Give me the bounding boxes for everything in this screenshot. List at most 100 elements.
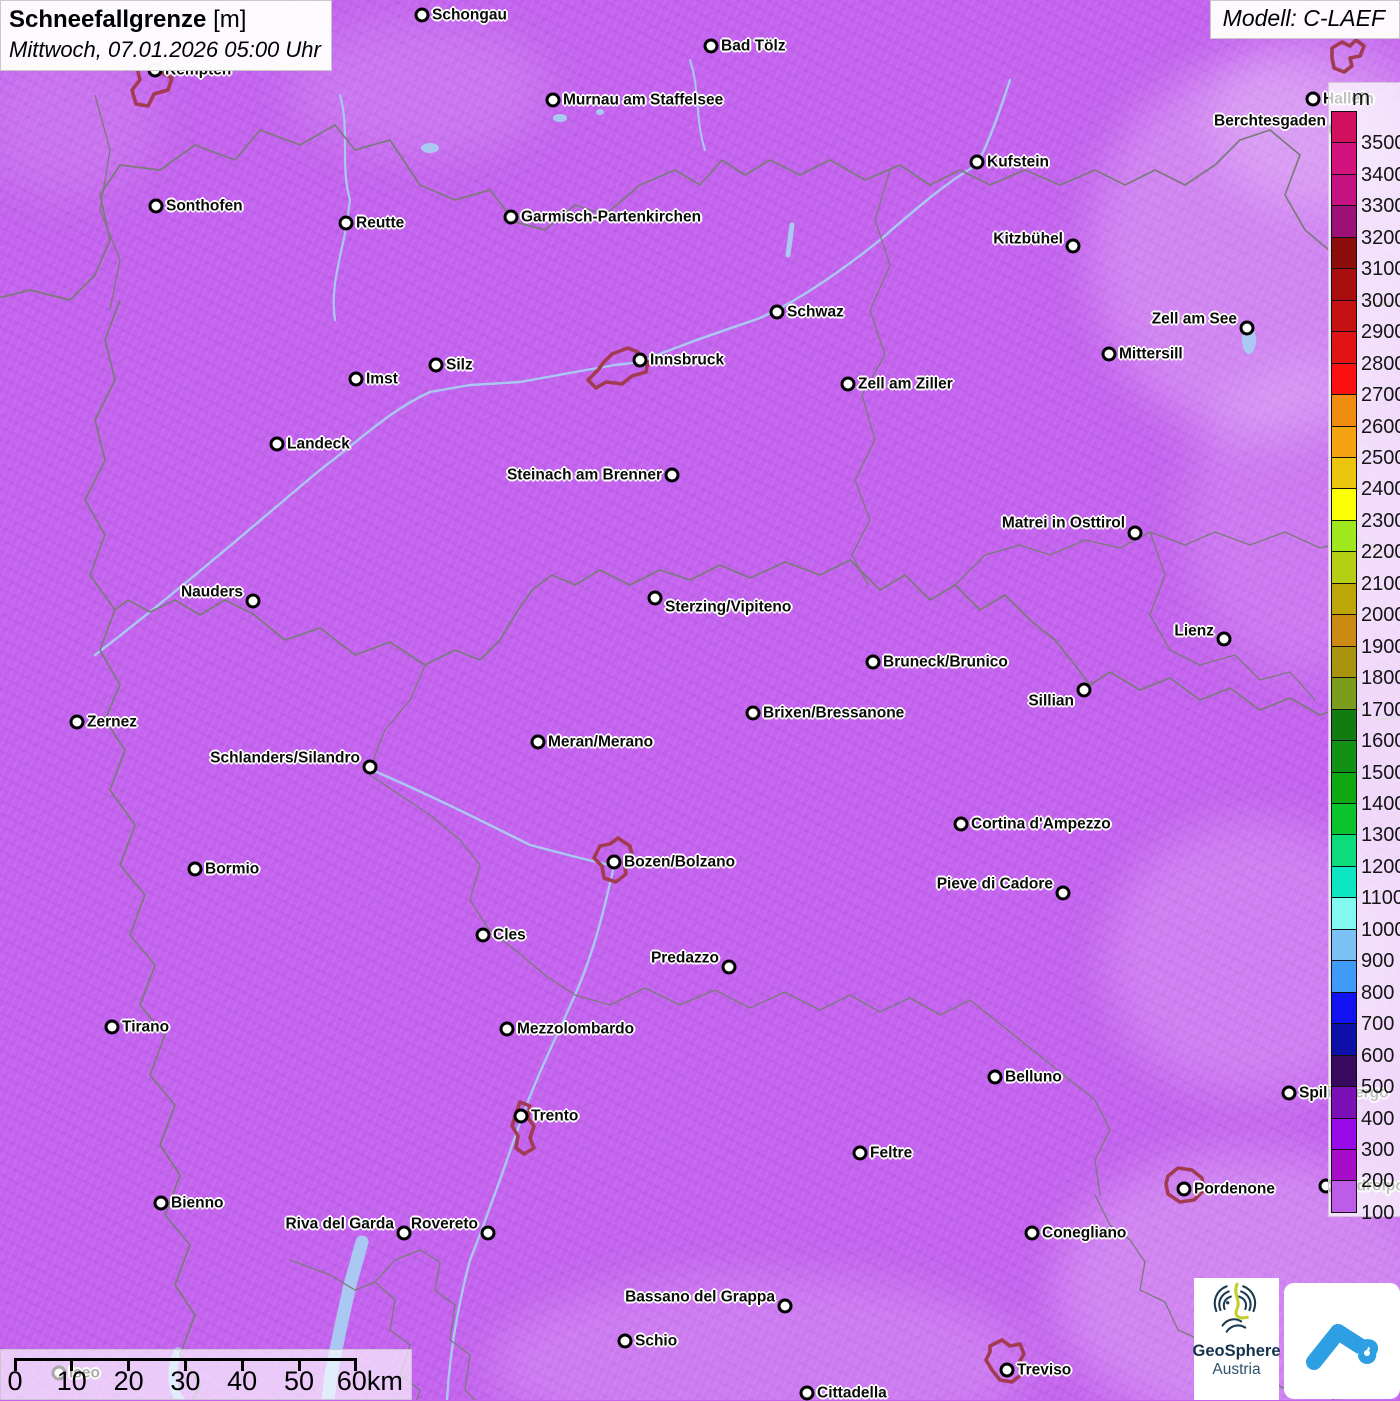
scalebar: 0 10 20 30 40 50 60km [0,1349,412,1400]
mountain-logo-icon [1306,1324,1378,1370]
city-label: Treviso [1017,1361,1072,1379]
legend: m 3500 3400 3300 3200 3100 3000 2900 2800 2700 26… [1328,82,1400,1223]
legend-value-label: 2200 [1361,541,1400,564]
city-label: Innsbruck [650,351,725,369]
legend-value-label: 1200 [1361,855,1400,878]
scalebar-label: 40 [227,1366,258,1396]
legend-swatch: 3000 [1331,268,1400,311]
legend-value-label: 1700 [1361,698,1400,721]
city-marker [852,1145,868,1161]
city-label: Schongau [432,6,507,24]
city-marker [1101,346,1117,362]
city-marker [664,467,680,483]
city-marker [1024,1225,1040,1241]
city-label: Bad Tölz [721,37,786,55]
legend-swatch: 3400 [1331,142,1400,185]
legend-value-label: 300 [1361,1138,1395,1161]
city-label: Schwaz [787,303,844,321]
legend-swatch: 500 [1331,1054,1394,1097]
legend-swatch: 1600 [1331,708,1400,751]
city-label: Tirano [122,1018,170,1036]
city-marker [999,1362,1015,1378]
city-label: Pordenone [1194,1180,1275,1198]
legend-swatch: 400 [1331,1086,1394,1129]
legend-value-label: 3300 [1361,195,1400,218]
legend-unit-label: m [1351,85,1371,110]
legend-value-label: 200 [1361,1170,1395,1193]
legend-value-label: 1500 [1361,761,1400,784]
legend-value-label: 1300 [1361,824,1400,847]
city-marker [1176,1181,1192,1197]
scalebar-label: 30 [170,1366,201,1396]
city-label: Rovereto [410,1215,478,1233]
geosphere-logo-box: GeoSphere Austria [1192,1278,1281,1400]
city-marker [721,959,737,975]
legend-swatch: 600 [1331,1023,1394,1066]
legend-swatch: 2800 [1331,331,1400,374]
city-marker [1281,1085,1297,1101]
legend-value-label: 500 [1361,1076,1395,1099]
legend-swatch: 3200 [1331,205,1400,248]
legend-value-label: 2900 [1361,321,1400,344]
city-marker [153,1195,169,1211]
legend-value-label: 2600 [1361,415,1400,438]
legend-swatches: 3500 3400 3300 3200 3100 3000 2900 2800 2700 2600… [1331,111,1400,1223]
title-box: Schneefallgrenze [m] Mittwoch, 07.01.202… [0,0,332,71]
city-label: Schio [635,1332,678,1350]
legend-value-label: 1100 [1361,887,1400,910]
city-marker [69,714,85,730]
city-label: Berchtesgaden [1214,112,1326,130]
city-marker [617,1333,633,1349]
city-label: Mittersill [1119,345,1183,363]
legend-swatch: 1300 [1331,802,1400,845]
city-marker [348,371,364,387]
legend-swatch: 1500 [1331,740,1400,783]
legend-value-label: 1000 [1361,918,1400,941]
legend-value-label: 2100 [1361,572,1400,595]
city-marker [513,1108,529,1124]
city-marker [428,357,444,373]
legend-swatch: 900 [1331,928,1394,971]
legend-value-label: 2400 [1361,478,1400,501]
model-box: Modell: C-LAEF [1209,0,1400,39]
city-label: Kitzbühel [993,230,1063,248]
legend-swatch: 3100 [1331,236,1400,279]
city-marker [1055,885,1071,901]
city-label: Bozen/Bolzano [624,853,736,871]
legend-value-label: 600 [1361,1044,1395,1067]
city-marker [480,1225,496,1241]
legend-value-label: 3100 [1361,258,1400,281]
city-label: Pieve di Cadore [936,875,1053,893]
city-marker [777,1298,793,1314]
scalebar-ruler: 0 10 20 30 40 50 60km [1,1350,411,1399]
legend-value-label: 1600 [1361,730,1400,753]
legend-value-label: 2800 [1361,352,1400,375]
city-marker [1305,91,1321,107]
legend-swatch: 3300 [1331,173,1400,216]
city-marker [987,1069,1003,1085]
geosphere-name: GeoSphere [1192,1342,1281,1360]
geosphere-contour-icon [1213,1282,1256,1333]
city-marker [606,854,622,870]
legend-swatch: 1900 [1331,614,1400,657]
city-label: Kufstein [987,153,1049,171]
city-label: Mezzolombardo [517,1020,635,1038]
legend-value-label: 100 [1361,1201,1395,1224]
legend-value-label: 3500 [1361,132,1400,155]
legend-value-label: 2500 [1361,446,1400,469]
city-marker [1127,525,1143,541]
legend-value-label: 2300 [1361,509,1400,532]
legend-value-label: 1900 [1361,635,1400,658]
city-marker [475,927,491,943]
city-label: Cittadella [817,1384,887,1401]
city-label: Zernez [87,713,137,731]
scalebar-label: 60km [336,1366,403,1396]
legend-value-label: 900 [1361,950,1395,973]
city-marker [338,215,354,231]
city-marker [1065,238,1081,254]
city-label: Nauders [180,583,243,601]
city-label: Predazzo [650,949,719,967]
city-marker [269,436,285,452]
scalebar-label: 20 [113,1366,144,1396]
legend-swatch: 2000 [1331,582,1400,625]
